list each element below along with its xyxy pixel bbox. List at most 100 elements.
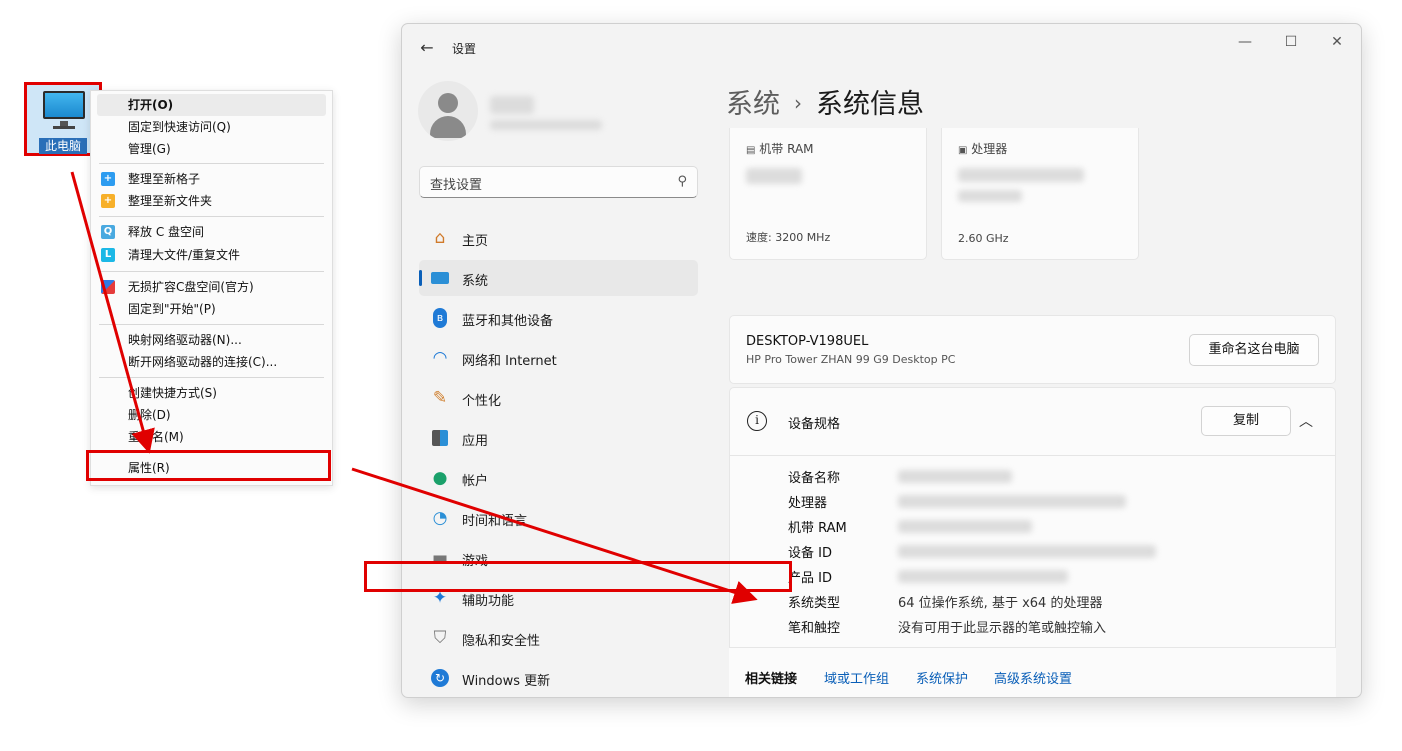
blurred-user-email <box>490 120 602 130</box>
search-icon: ⚲ <box>677 174 687 189</box>
nav-item-privacy[interactable]: ⛉ 隐私和安全性 <box>419 620 698 656</box>
cpu-card-label: ▣ 处理器 <box>958 142 1008 156</box>
nav-item-bluetooth[interactable]: ʙ 蓝牙和其他设备 <box>419 300 698 336</box>
wifi-icon: ◠ <box>432 348 448 368</box>
system-icon <box>429 267 451 289</box>
rename-pc-button[interactable]: 重命名这台电脑 <box>1189 334 1319 366</box>
close-button[interactable]: ✕ <box>1319 30 1355 54</box>
search-input[interactable]: 查找设置 ⚲ <box>419 166 698 198</box>
title-bar: ← 设置 — ☐ ✕ <box>402 24 1361 70</box>
pen-touch-value: 没有可用于此显示器的笔或触控输入 <box>898 621 1107 636</box>
ram-card-label: ▤ 机带 RAM <box>746 142 814 156</box>
menu-separator <box>99 324 324 325</box>
cleanup-icon: Q <box>101 225 115 239</box>
menu-separator <box>99 377 324 378</box>
menu-item-clean-large-files[interactable]: L 清理大文件/重复文件 <box>91 244 332 266</box>
minimize-button[interactable]: — <box>1227 30 1263 54</box>
home-icon: ⌂ <box>434 228 446 248</box>
update-icon: ↻ <box>429 667 451 689</box>
link-advanced-system-settings[interactable]: 高级系统设置 <box>994 668 1072 687</box>
menu-item-expand-c[interactable]: 无损扩容C盘空间(官方) <box>91 276 332 298</box>
breadcrumb-parent[interactable]: 系统 <box>726 89 780 120</box>
menu-item-create-shortcut[interactable]: 创建快捷方式(S) <box>91 382 332 404</box>
folder-plus-icon: + <box>101 194 115 208</box>
blurred-cpu-name <box>958 168 1084 182</box>
cpu-card: ▣ 处理器 2.60 GHz <box>941 128 1139 260</box>
blurred-user-name <box>490 96 534 114</box>
menu-item-pin-quick-access[interactable]: 固定到快速访问(Q) <box>91 116 332 138</box>
apps-icon <box>429 427 451 449</box>
nav-item-network[interactable]: ◠ 网络和 Internet <box>419 340 698 376</box>
menu-item-organize-grid[interactable]: + 整理至新格子 <box>91 168 332 190</box>
plus-icon: + <box>101 172 115 186</box>
menu-separator <box>99 163 324 164</box>
breadcrumb: 系统 › 系统信息 <box>726 82 924 121</box>
blurred-value <box>898 545 1156 558</box>
ram-speed: 速度: 3200 MHz <box>746 231 831 244</box>
menu-separator <box>99 271 324 272</box>
maximize-button[interactable]: ☐ <box>1273 30 1309 54</box>
cpu-speed: 2.60 GHz <box>958 232 1009 245</box>
menu-separator <box>99 216 324 217</box>
device-specs-title: 设备规格 <box>788 417 841 432</box>
menu-item-map-network-drive[interactable]: 映射网络驱动器(N)... <box>91 329 332 351</box>
device-model: HP Pro Tower ZHAN 99 G9 Desktop PC <box>746 353 956 366</box>
device-specs-card: i 设备规格 复制 ︿ 设备名称 处理器 机带 RAM 设备 ID 产品 ID … <box>729 387 1336 649</box>
blurred-value <box>898 470 1012 483</box>
link-system-protection[interactable]: 系统保护 <box>916 668 968 687</box>
window-title: 设置 <box>452 42 477 56</box>
properties-highlight-box <box>86 450 331 481</box>
avatar[interactable] <box>418 81 478 141</box>
related-links: 相关链接 域或工作组 系统保护 高级系统设置 <box>729 647 1336 697</box>
nav-item-system[interactable]: 系统 <box>419 260 698 296</box>
brush-icon: ✎ <box>432 388 448 408</box>
nav-item-apps[interactable]: 应用 <box>419 420 698 456</box>
settings-window: ← 设置 — ☐ ✕ 查找设置 ⚲ ⌂ 主页 系统 ʙ 蓝牙和其他设备 ◠ 网络… <box>401 23 1362 698</box>
system-type-value: 64 位操作系统, 基于 x64 的处理器 <box>898 596 1103 611</box>
processor-icon: ▣ <box>958 145 968 156</box>
shield-icon: ⛉ <box>433 628 447 648</box>
device-specs-header[interactable]: i 设备规格 复制 ︿ <box>730 388 1335 456</box>
blurred-value <box>898 570 1068 583</box>
menu-item-delete[interactable]: 删除(D) <box>91 404 332 426</box>
copy-button[interactable]: 复制 <box>1201 406 1291 436</box>
clock-globe-icon: ◔ <box>432 508 448 528</box>
page-title: 系统信息 <box>816 89 924 120</box>
device-name: DESKTOP-V198UEL <box>746 334 869 349</box>
search-placeholder: 查找设置 <box>430 178 483 193</box>
files-icon: L <box>101 248 115 262</box>
related-links-label: 相关链接 <box>745 672 798 687</box>
ram-card: ▤ 机带 RAM 速度: 3200 MHz <box>729 128 927 260</box>
menu-item-disconnect-network-drive[interactable]: 断开网络驱动器的连接(C)... <box>91 351 332 373</box>
nav-item-home[interactable]: ⌂ 主页 <box>419 220 698 256</box>
account-icon: ● <box>432 468 448 488</box>
active-indicator <box>419 270 422 286</box>
monitor-icon <box>43 91 85 119</box>
context-menu: 打开(O) 固定到快速访问(Q) 管理(G) + 整理至新格子 + 整理至新文件… <box>90 90 333 486</box>
menu-item-pin-start[interactable]: 固定到"开始"(P) <box>91 298 332 320</box>
nav-item-windows-update[interactable]: ↻ Windows 更新 <box>419 660 698 696</box>
menu-item-open[interactable]: 打开(O) <box>97 94 326 116</box>
blurred-cpu-model <box>958 190 1022 202</box>
blurred-value <box>898 520 1032 533</box>
blurred-ram-value <box>746 168 802 184</box>
menu-item-manage[interactable]: 管理(G) <box>91 138 332 160</box>
link-domain-workgroup[interactable]: 域或工作组 <box>824 668 889 687</box>
menu-item-free-c-space[interactable]: Q 释放 C 盘空间 <box>91 221 332 243</box>
nav-item-time-language[interactable]: ◔ 时间和语言 <box>419 500 698 536</box>
menu-item-organize-folder[interactable]: + 整理至新文件夹 <box>91 190 332 212</box>
info-icon: i <box>747 411 767 431</box>
bluetooth-icon: ʙ <box>429 307 451 329</box>
breadcrumb-separator: › <box>794 91 802 115</box>
device-name-card: DESKTOP-V198UEL HP Pro Tower ZHAN 99 G9 … <box>729 315 1336 384</box>
blurred-value <box>898 495 1126 508</box>
nav-item-personalization[interactable]: ✎ 个性化 <box>419 380 698 416</box>
system-type-highlight-box <box>364 561 792 592</box>
desktop-icon-label: 此电脑 <box>39 138 87 154</box>
nav-item-accounts[interactable]: ● 帐户 <box>419 460 698 496</box>
back-arrow-icon[interactable]: ← <box>416 37 438 59</box>
chevron-up-icon[interactable]: ︿ <box>1299 411 1313 431</box>
menu-item-rename[interactable]: 重命名(M) <box>91 426 332 448</box>
memory-icon: ▤ <box>746 145 756 156</box>
disk-expand-icon <box>101 280 115 294</box>
